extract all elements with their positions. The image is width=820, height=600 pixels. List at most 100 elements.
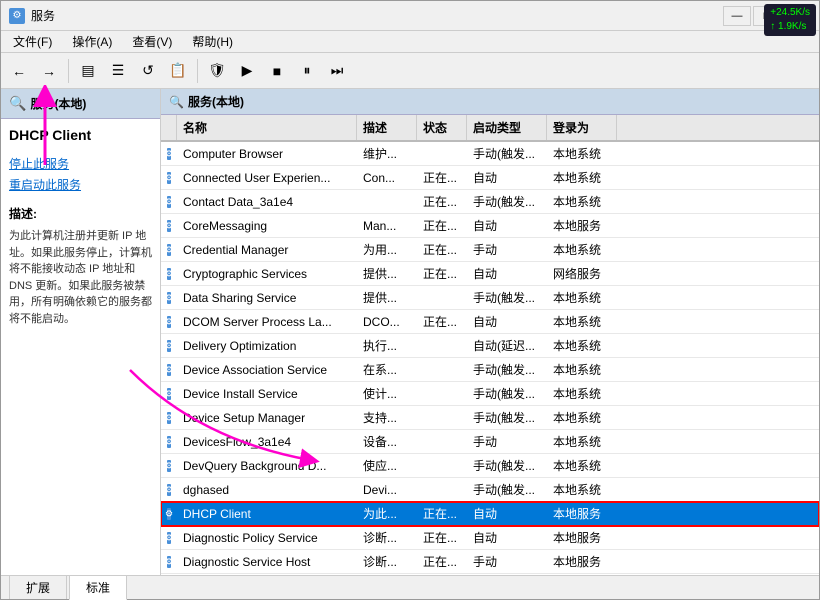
menu-action[interactable]: 操作(A) [64,31,120,52]
table-row[interactable]: DCOM Server Process La...DCO...正在...自动本地… [161,310,819,334]
col-startup[interactable]: 启动类型 [467,115,547,140]
service-cell-startup: 自动 [467,502,547,525]
toolbar: ← → ▤ ☰ ↺ 📋 🛡 ▶ ■ ⏸ ⏭ [1,53,819,89]
service-cell-status [417,142,467,165]
service-cell-status: 正在... [417,190,467,213]
stop-service-link[interactable]: 停止此服务 [9,155,152,172]
toolbar-separator-1 [68,59,69,83]
menu-bar: 文件(F) 操作(A) 查看(V) 帮助(H) [1,31,819,53]
service-cell-login: 本地服务 [547,214,617,237]
restart-service-link[interactable]: 重启动此服务 [9,176,152,193]
left-panel-header: 🔍 服务(本地) [1,89,160,119]
table-row[interactable]: dghasedDevi...手动(触发...本地系统 [161,478,819,502]
table-row[interactable]: DevQuery Background D...使应...手动(触发...本地系… [161,454,819,478]
export-button[interactable]: 📋 [164,57,192,85]
pause-button[interactable]: ⏸ [293,57,321,85]
minimize-button[interactable]: — [723,6,751,26]
shield-button[interactable]: 🛡 [203,57,231,85]
service-cell-startup: 自动 [467,526,547,549]
service-cell-login: 本地系统 [547,142,617,165]
table-row[interactable]: Diagnostic Policy Service诊断...正在...自动本地服… [161,526,819,550]
service-cell-status [417,382,467,405]
col-status[interactable]: 状态 [417,115,467,140]
table-row[interactable]: Device Setup Manager支持...手动(触发...本地系统 [161,406,819,430]
service-cell-login: 本地系统 [547,238,617,261]
col-name[interactable]: 名称 [177,115,357,140]
service-cell-status: 正在... [417,214,467,237]
service-row-icon [161,166,177,189]
col-desc[interactable]: 描述 [357,115,417,140]
search-icon: 🔍 [9,95,26,112]
service-cell-desc: 设备... [357,430,417,453]
col-login[interactable]: 登录为 [547,115,617,140]
service-cell-status: 正在... [417,550,467,573]
services-table[interactable]: 名称 描述 状态 启动类型 登录为 Computer Browser维护...手… [161,115,819,575]
service-cell-desc: 提供... [357,286,417,309]
service-cell-status [417,454,467,477]
upload-speed: +24.5K/s [770,6,810,20]
table-row[interactable]: CoreMessagingMan...正在...自动本地服务 [161,214,819,238]
menu-help[interactable]: 帮助(H) [184,31,241,52]
service-cell-status: 正在... [417,310,467,333]
tab-expand[interactable]: 扩展 [9,575,67,599]
service-cell-name: Delivery Optimization [177,334,357,357]
list-view-button[interactable]: ☰ [104,57,132,85]
col-icon[interactable] [161,115,177,140]
service-cell-login: 本地系统 [547,478,617,501]
service-cell-startup: 手动 [467,238,547,261]
service-cell-login: 本地系统 [547,166,617,189]
service-cell-desc: 使计... [357,382,417,405]
table-row[interactable]: Computer Browser维护...手动(触发...本地系统 [161,142,819,166]
service-cell-startup: 手动(触发... [467,190,547,213]
service-cell-desc: 为此... [357,502,417,525]
service-row-icon [161,454,177,477]
service-cell-desc: 执行... [357,334,417,357]
app-icon: ⚙ [9,8,25,24]
service-cell-desc: Con... [357,166,417,189]
service-cell-login: 本地系统 [547,382,617,405]
table-row[interactable]: Device Install Service使计... 手动(触发...本地系统 [161,382,819,406]
menu-view[interactable]: 查看(V) [124,31,180,52]
service-cell-startup: 手动(触发... [467,382,547,405]
tab-standard[interactable]: 标准 [69,575,127,600]
service-description: 为此计算机注册并更新 IP 地址。如果此服务停止，计算机将不能接收动态 IP 地… [9,228,152,327]
play-button[interactable]: ▶ [233,57,261,85]
service-cell-name: Device Install Service [177,382,357,405]
table-row[interactable]: Delivery Optimization执行...自动(延迟...本地系统 [161,334,819,358]
service-cell-startup: 手动(触发... [467,286,547,309]
table-row[interactable]: Diagnostic Service Host诊断...正在...手动本地服务 [161,550,819,574]
menu-file[interactable]: 文件(F) [5,31,60,52]
service-row-icon [161,334,177,357]
table-row[interactable]: Contact Data_3a1e4正在...手动(触发...本地系统 [161,190,819,214]
service-cell-status [417,286,467,309]
service-cell-login: 本地服务 [547,526,617,549]
service-cell-status [417,430,467,453]
service-cell-desc: Devi... [357,478,417,501]
service-cell-name: Device Association Service [177,358,357,381]
service-cell-desc [357,190,417,213]
service-cell-name: Data Sharing Service [177,286,357,309]
table-row[interactable]: DHCP Client为此...正在...自动本地服务 [161,502,819,526]
service-cell-startup: 手动 [467,550,547,573]
service-cell-name: Computer Browser [177,142,357,165]
table-row[interactable]: Credential Manager为用...正在...手动本地系统 [161,238,819,262]
table-row[interactable]: Cryptographic Services提供...正在...自动网络服务 [161,262,819,286]
forward-button[interactable]: → [35,57,63,85]
service-cell-desc: 维护... [357,142,417,165]
stop-button[interactable]: ■ [263,57,291,85]
service-cell-login: 网络服务 [547,262,617,285]
back-button[interactable]: ← [5,57,33,85]
restart-button[interactable]: ⏭ [323,57,351,85]
refresh-button[interactable]: ↺ [134,57,162,85]
service-cell-name: Diagnostic Policy Service [177,526,357,549]
service-cell-name: Diagnostic Service Host [177,550,357,573]
left-panel-header-title: 服务(本地) [30,95,86,112]
table-row[interactable]: Connected User Experien...Con...正在...自动本… [161,166,819,190]
main-window: ⚙ 服务 — □ ✕ +24.5K/s ↑ 1.9K/s 文件(F) 操作(A)… [0,0,820,600]
pane-view-button[interactable]: ▤ [74,57,102,85]
service-cell-status [417,358,467,381]
table-row[interactable]: DevicesFlow_3a1e4设备...手动本地系统 [161,430,819,454]
table-row[interactable]: Device Association Service在系...手动(触发...本… [161,358,819,382]
table-row[interactable]: Data Sharing Service提供...手动(触发...本地系统 [161,286,819,310]
service-cell-desc: 支持... [357,406,417,429]
